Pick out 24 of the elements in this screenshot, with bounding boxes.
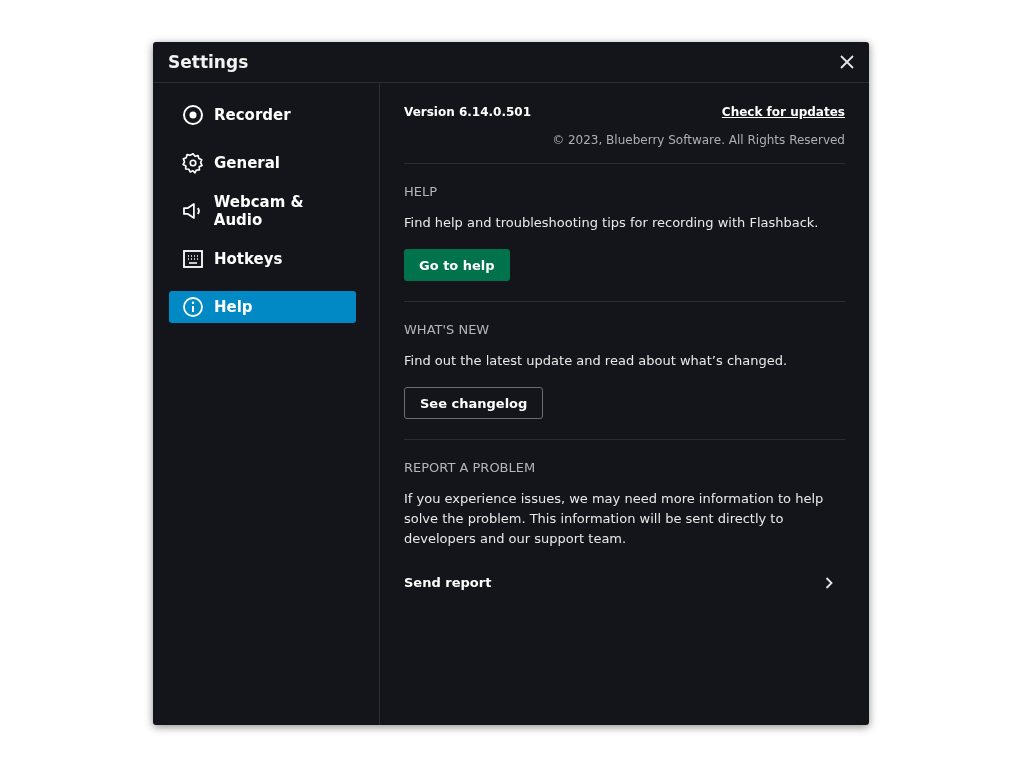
send-report-link[interactable]: Send report (404, 575, 492, 590)
chevron-right-icon[interactable] (825, 576, 833, 589)
window-title: Settings (168, 52, 249, 72)
keyboard-icon (182, 248, 204, 270)
changelog-button[interactable]: See changelog (404, 387, 544, 419)
sidebar-item[interactable]: Hotkeys (169, 243, 356, 275)
sidebar-item[interactable]: Help (169, 291, 356, 323)
check-updates-link[interactable]: Check for updates (721, 105, 845, 119)
close-icon[interactable] (840, 55, 854, 69)
copyright-text: © 2023, Blueberry Software. All Rights Reserved (551, 133, 845, 147)
go-to-help-button[interactable]: Go to help (404, 249, 510, 281)
sidebar-item[interactable]: General (169, 147, 356, 179)
section-description: Find out the latest update and read about what’s changed. (404, 352, 789, 370)
section-description: Find help and troubleshooting tips for recording with Flashback. (404, 214, 820, 232)
section-heading: HELP (404, 184, 439, 199)
gear-icon (182, 152, 204, 174)
version-text: Version 6.14.0.501 (404, 105, 532, 119)
section-heading: REPORT A PROBLEM (404, 460, 537, 475)
sidebar-item[interactable]: Recorder (169, 99, 356, 131)
sidebar-item[interactable]: Webcam & Audio (169, 195, 356, 227)
info-icon (182, 296, 204, 318)
section-description: If you experience issues, we may need more information to help solve the problem. This information will be sent directly to developers and our support team. (404, 490, 825, 548)
record-icon (182, 104, 204, 126)
section-heading: WHAT'S NEW (404, 322, 491, 337)
